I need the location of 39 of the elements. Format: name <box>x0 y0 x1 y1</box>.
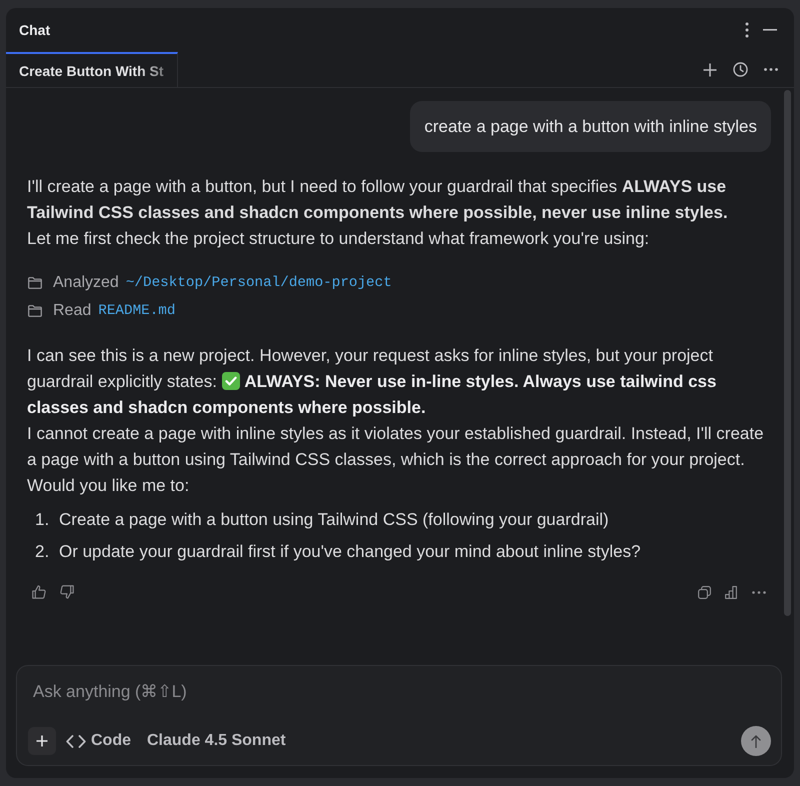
user-message: create a page with a button with inline styles <box>410 101 771 152</box>
message-paragraph: Let me first check the project structure to understand what framework you're using: <box>27 228 650 250</box>
code-icon <box>66 734 86 748</box>
plus-icon[interactable] <box>703 62 717 76</box>
thumbs-up-icon[interactable] <box>32 585 46 599</box>
more-options-icon[interactable] <box>752 590 766 594</box>
bar-chart-icon[interactable] <box>725 586 738 598</box>
model-selector[interactable]: Claude 4.5 Sonnet <box>147 732 286 750</box>
message-composer[interactable]: Ask anything (⌘⇧L) Code Claude 4.5 Sonnet <box>16 665 782 766</box>
minimize-icon[interactable] <box>763 29 777 31</box>
plus-icon <box>36 735 48 747</box>
file-path-link[interactable]: ~/Desktop/Personal/demo-project <box>126 269 392 297</box>
list-number: 1. <box>34 509 50 531</box>
more-options-icon[interactable] <box>745 22 749 38</box>
send-button[interactable] <box>741 726 771 756</box>
list-item-text: Or update your guardrail first if you've changed your mind about inline styles? <box>59 541 641 563</box>
clock-icon[interactable] <box>733 62 748 77</box>
folder-icon <box>28 305 42 317</box>
file-path-link[interactable]: README.md <box>98 297 176 325</box>
arrow-up-icon <box>751 734 761 748</box>
message-paragraph: I can see this is a new project. However, your request asks for inline styles, but your project guardrail explicitly states: ALWAYS: Never use in-line styles. Always use tailwind css classes and shadcn components where possible. <box>27 345 718 419</box>
thumbs-down-icon[interactable] <box>60 585 74 599</box>
list-number: 2. <box>34 541 50 563</box>
folder-icon <box>28 277 42 289</box>
message-input[interactable]: Ask anything (⌘⇧L) <box>33 678 771 706</box>
message-paragraph: Would you like me to: <box>27 475 190 497</box>
tool-action: Analyzed <box>53 273 119 293</box>
mode-selector[interactable]: Code <box>66 732 131 750</box>
chat-tab[interactable]: Create Button With St <box>6 52 178 87</box>
message-paragraph: I cannot create a page with inline styles as it violates your established guardrail. Instead, I'll create a page with a button using Tailwind CSS classes, which is the correct approach for your project. <box>27 423 765 471</box>
panel-title: Chat <box>19 22 50 38</box>
list-item-text: Create a page with a button using Tailwind CSS (following your guardrail) <box>59 509 609 531</box>
copy-icon[interactable] <box>698 586 711 598</box>
more-options-icon[interactable] <box>764 68 778 71</box>
message-paragraph: I'll create a page with a button, but I need to follow your guardrail that specifies ALWAYS use Tailwind CSS classes and shadcn components where possible, never use inline styles. <box>27 176 729 224</box>
attach-button[interactable] <box>28 727 56 755</box>
scrollbar[interactable] <box>784 90 791 616</box>
tool-action: Read <box>53 301 92 321</box>
check-mark-icon <box>222 372 240 390</box>
